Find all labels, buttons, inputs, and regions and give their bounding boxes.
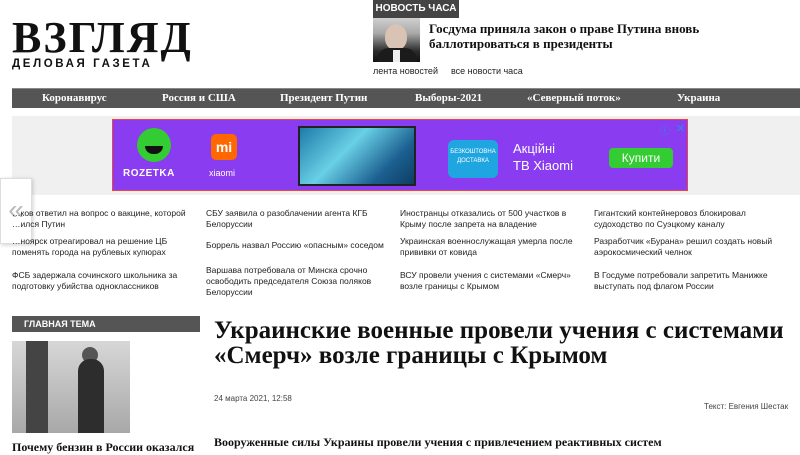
news-link[interactable]: ФСБ задержала сочинского школьника за по… [12, 270, 192, 292]
news-link[interactable]: СБУ заявила о разоблачении агента КГБ Бе… [206, 208, 386, 230]
main-nav: Коронавирус Россия и США Президент Путин… [12, 88, 800, 108]
logo-main-text: ВЗГЛЯД [12, 13, 193, 62]
news-link[interactable]: В Госдуме потребовали запретить Манижке … [594, 270, 774, 292]
site-logo[interactable]: ВЗГЛЯД ДЕЛОВАЯ ГАЗЕТА [12, 13, 193, 71]
ad-close-icon[interactable]: ✕ [676, 122, 685, 135]
ad-banner[interactable]: ROZETKA mi xiaomi БЕЗКОШТОВНА ДОСТАВКА А… [112, 119, 688, 191]
smile-icon [137, 128, 171, 162]
tv-image [298, 126, 416, 186]
xiaomi-label: xiaomi [209, 168, 236, 178]
nav-item-nord-stream[interactable]: «Северный поток» [527, 89, 621, 108]
rozetka-logo: ROZETKA [113, 120, 198, 190]
article-date: 24 марта 2021, 12:58 [214, 394, 292, 403]
mi-logo-icon: mi [211, 134, 237, 160]
news-link[interactable]: Боррель назвал Россию «опасным» соседом [206, 240, 386, 251]
article-author: Текст: Евгения Шестак [704, 402, 789, 411]
news-feed-link[interactable]: лента новостей [373, 66, 438, 76]
all-hour-news-link[interactable]: все новости часа [451, 66, 523, 76]
free-delivery-badge: БЕЗКОШТОВНА ДОСТАВКА [448, 140, 498, 178]
news-link[interactable]: Варшава потребовала от Минска срочно осв… [206, 265, 386, 298]
news-link[interactable]: …ноярск отреагировал на решение ЦБ помен… [12, 236, 192, 258]
news-link[interactable]: Разработчик «Бурана» решил создать новый… [594, 236, 774, 258]
news-hour-photo[interactable] [373, 18, 420, 62]
news-link[interactable]: ВСУ провели учения с системами «Смерч» в… [400, 270, 580, 292]
nav-item-elections[interactable]: Выборы-2021 [415, 89, 482, 108]
main-theme-photo[interactable] [12, 341, 130, 433]
news-hour-label: НОВОСТЬ ЧАСА [373, 0, 459, 18]
ad-info-icon[interactable]: ⓘ [660, 122, 670, 137]
news-link[interactable]: Украинская военнослужащая умерла после п… [400, 236, 580, 258]
news-link[interactable]: …ков ответил на вопрос о вакцине, которо… [12, 208, 192, 230]
rozetka-label: ROZETKA [123, 168, 175, 179]
nav-item-russia-usa[interactable]: Россия и США [162, 89, 236, 108]
news-link[interactable]: Гигантский контейнеровоз блокировал судо… [594, 208, 774, 230]
ad-text: Акційні ТВ Xiaomi [513, 140, 573, 174]
buy-button[interactable]: Купити [609, 148, 673, 168]
nav-item-ukraine[interactable]: Украина [677, 89, 720, 108]
nav-item-coronavirus[interactable]: Коронавирус [42, 89, 107, 108]
main-theme-label: ГЛАВНАЯ ТЕМА [12, 316, 200, 332]
article-lead: Вооруженные силы Украины провели учения … [214, 435, 662, 449]
news-link[interactable]: Иностранцы отказались от 500 участков в … [400, 208, 580, 230]
news-hour-headline[interactable]: Госдума приняла закон о праве Путина вно… [429, 21, 789, 51]
ad-text-line-2: ТВ Xiaomi [513, 158, 573, 173]
nav-item-president[interactable]: Президент Путин [280, 89, 367, 108]
ad-text-line-1: Акційні [513, 141, 556, 156]
article-title: Украинские военные провели учения с сист… [214, 317, 784, 369]
